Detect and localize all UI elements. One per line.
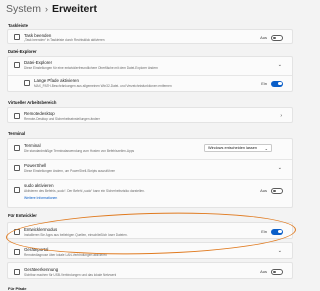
powershell-icon — [14, 165, 20, 171]
task-beenden-card: Task beenden „Task beenden“ in Taskleist… — [7, 29, 293, 44]
datei-explorer-desc: Diese Einstellungen für eine entwicklerf… — [24, 66, 158, 70]
chevron-down-icon[interactable]: ⌄ — [278, 62, 282, 68]
lange-pfade-title: Lange Pfade aktivieren — [34, 78, 79, 83]
section-title-terminal: Terminal — [8, 131, 26, 136]
geraeteerkennung-card: Geräteerkennung Sichtbar machen für USB-… — [7, 262, 293, 279]
section-title-datei-explorer: Datei-Explorer — [8, 49, 37, 54]
geraeteerkennung-title: Geräteerkennung — [24, 266, 59, 272]
terminal-title: Terminal — [24, 143, 41, 148]
powershell-desc: Diese Einstellungen ändern, um PowerShel… — [24, 169, 116, 173]
chevron-down-icon[interactable]: ⌄ — [278, 165, 282, 171]
terminal-card: Terminal Die standardmäßige Terminalanwe… — [7, 138, 293, 208]
sudo-desc: Aktivieren des Befehls „sudo“. Der Befeh… — [24, 189, 145, 193]
sudo-title: sudo aktivieren — [24, 183, 54, 188]
section-title-virtueller-arbeitsbereich: Virtueller Arbeitsbereich — [8, 100, 57, 105]
divider — [8, 179, 292, 180]
remote-desktop-icon — [14, 113, 20, 119]
terminal-desc: Die standardmäßige Terminalanwendung zum… — [24, 149, 135, 153]
geraeteerkennung-desc: Sichtbar machen für USB-Verbindungen und… — [24, 272, 117, 277]
terminal-icon — [14, 145, 20, 151]
task-icon — [14, 34, 20, 40]
section-title-fuer-entwickler: Für Entwickler — [8, 213, 37, 218]
sudo-state: Aus — [260, 188, 267, 193]
powershell-title: PowerShell — [24, 163, 47, 168]
task-beenden-state: Aus — [260, 35, 267, 40]
task-beenden-title: Task beenden — [24, 32, 52, 38]
breadcrumb-system[interactable]: System — [6, 3, 41, 15]
checkbox-icon[interactable] — [24, 80, 30, 86]
folder-icon — [14, 62, 20, 68]
weitere-informationen-link[interactable]: Weitere Informationen — [24, 196, 57, 200]
lange-pfade-desc: MAX_PATH-Beschränkungen aus allgemeinen … — [34, 84, 172, 88]
chevron-down-icon: ⌄ — [264, 146, 268, 151]
breadcrumb-separator-icon: › — [45, 4, 49, 14]
section-title-taskleiste: Taskleiste — [8, 23, 28, 28]
remotedesktop-desc: Remote-Desktop und Sicherheitseinstellun… — [24, 117, 101, 121]
task-beenden-toggle[interactable] — [271, 34, 283, 41]
lange-pfade-toggle[interactable] — [271, 80, 283, 87]
page-title: Erweitert — [52, 3, 97, 15]
remotedesktop-title: Remotedesktop — [24, 111, 55, 116]
datei-explorer-title: Datei-Explorer — [24, 60, 53, 65]
breadcrumb: System › Erweitert — [6, 2, 97, 16]
chevron-down-icon[interactable]: ⌄ — [278, 248, 282, 254]
task-beenden-desc: „Task beenden“ in Taskleiste durch Recht… — [24, 38, 105, 42]
terminal-dropdown-value: Windows entscheiden lassen — [208, 146, 257, 150]
datei-explorer-card: Datei-Explorer Diese Einstellungen für e… — [7, 56, 293, 92]
sudo-icon — [14, 187, 20, 193]
device-discovery-icon — [14, 268, 20, 275]
section-title-fuer-pfade: Für Pfade — [8, 286, 27, 291]
device-portal-icon — [14, 248, 20, 255]
terminal-dropdown[interactable]: Windows entscheiden lassen ⌄ — [204, 144, 272, 152]
geraeteerkennung-state: Aus — [260, 269, 267, 274]
lange-pfade-state: Ein — [261, 81, 267, 86]
divider — [8, 75, 292, 76]
chevron-right-icon[interactable]: › — [280, 113, 282, 119]
divider — [8, 159, 292, 160]
remotedesktop-card[interactable]: Remotedesktop Remote-Desktop und Sicherh… — [7, 107, 293, 123]
sudo-toggle[interactable] — [271, 187, 283, 194]
geraeteerkennung-toggle[interactable] — [271, 268, 283, 275]
